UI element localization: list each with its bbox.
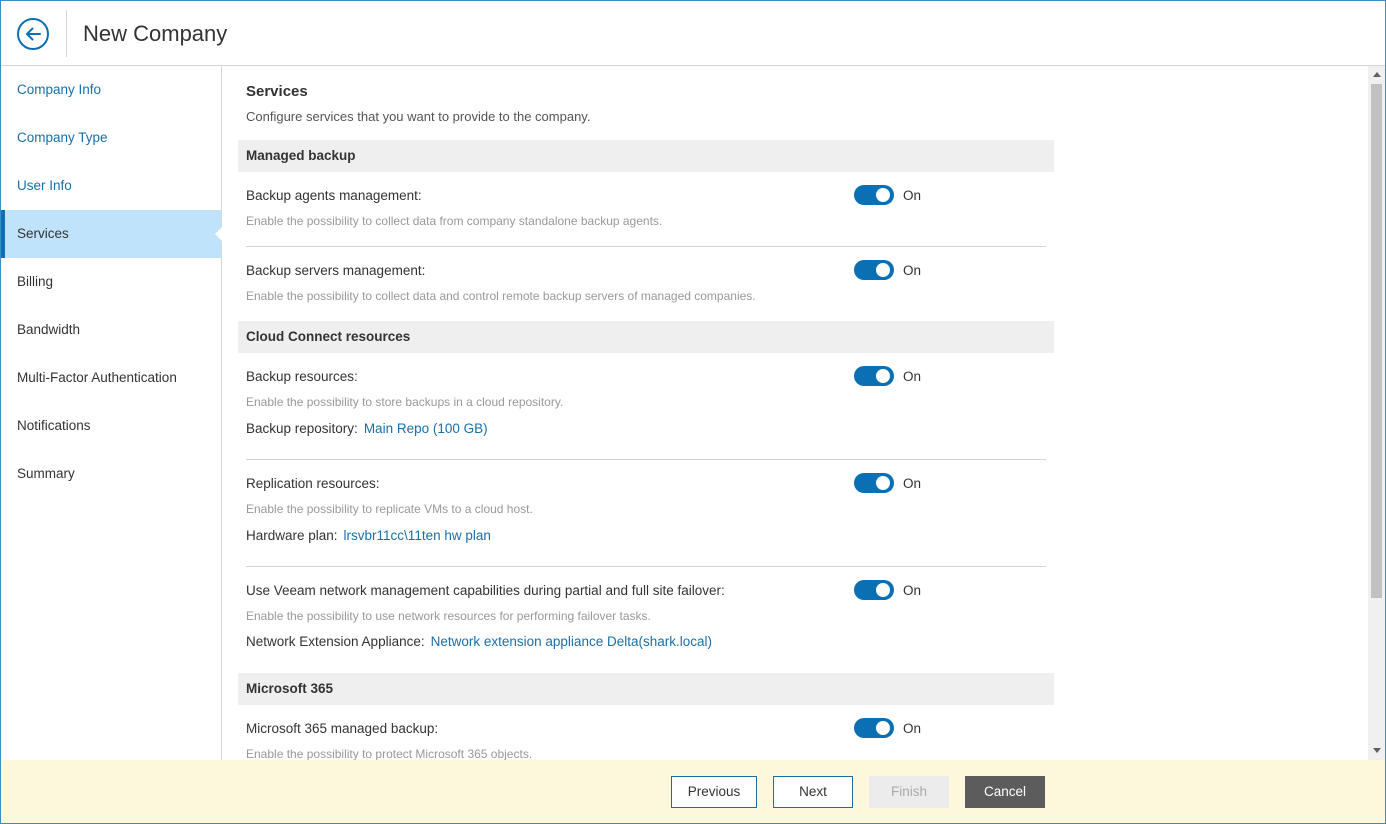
- vertical-scrollbar[interactable]: [1368, 66, 1385, 760]
- network-management-toggle-group: On: [854, 580, 921, 600]
- m365-backup-toggle[interactable]: [854, 718, 894, 738]
- wizard-window: New Company Company Info Company Type Us…: [0, 0, 1386, 824]
- m365-backup-description: Enable the possibility to protect Micros…: [246, 747, 533, 760]
- replication-resources-toggle-group: On: [854, 473, 921, 493]
- arrow-left-icon: [26, 27, 41, 41]
- network-extension-line: Network Extension Appliance: Network exte…: [246, 634, 712, 649]
- row-divider: [246, 566, 1046, 567]
- backup-repository-label: Backup repository:: [246, 421, 358, 436]
- wizard-footer: Previous Next Finish Cancel: [1, 760, 1385, 823]
- backup-resources-toggle-label: On: [903, 368, 922, 384]
- sidebar-item-services[interactable]: Services: [1, 210, 222, 258]
- section-cloud-connect: Cloud Connect resources: [238, 321, 1054, 353]
- row-divider: [246, 459, 1046, 460]
- finish-button[interactable]: Finish: [869, 776, 949, 808]
- previous-button[interactable]: Previous: [671, 776, 757, 808]
- sidebar-item-billing[interactable]: Billing: [1, 258, 221, 306]
- network-extension-label: Network Extension Appliance:: [246, 634, 425, 649]
- backup-resources-toggle[interactable]: [854, 366, 894, 386]
- wizard-steps-sidebar: Company Info Company Type User Info Serv…: [1, 66, 222, 760]
- network-management-toggle[interactable]: [854, 580, 894, 600]
- replication-resources-toggle-label: On: [903, 475, 922, 491]
- hardware-plan-link[interactable]: lrsvbr11cc\11ten hw plan: [344, 528, 491, 543]
- backup-repository-line: Backup repository: Main Repo (100 GB): [246, 421, 488, 436]
- row-divider: [246, 246, 1046, 247]
- backup-repository-link[interactable]: Main Repo (100 GB): [364, 421, 488, 436]
- scrollbar-thumb[interactable]: [1371, 84, 1382, 598]
- sidebar-item-user-info[interactable]: User Info: [1, 162, 221, 210]
- hardware-plan-label: Hardware plan:: [246, 528, 338, 543]
- backup-resources-label: Backup resources:: [246, 369, 358, 384]
- hardware-plan-line: Hardware plan: lrsvbr11cc\11ten hw plan: [246, 528, 491, 543]
- backup-servers-label: Backup servers management:: [246, 263, 426, 278]
- scroll-down-arrow-icon[interactable]: [1373, 748, 1381, 753]
- next-button[interactable]: Next: [773, 776, 853, 808]
- sidebar-item-mfa[interactable]: Multi-Factor Authentication: [1, 354, 221, 402]
- sidebar-item-summary[interactable]: Summary: [1, 450, 221, 498]
- sidebar-item-notifications[interactable]: Notifications: [1, 402, 221, 450]
- backup-servers-toggle-group: On: [854, 260, 921, 280]
- backup-agents-description: Enable the possibility to collect data f…: [246, 214, 663, 228]
- backup-agents-toggle-label: On: [903, 187, 922, 203]
- services-content: Services Configure services that you wan…: [222, 66, 1368, 760]
- replication-resources-description: Enable the possibility to replicate VMs …: [246, 502, 533, 516]
- network-extension-link[interactable]: Network extension appliance Delta(shark.…: [431, 634, 712, 649]
- network-management-description: Enable the possibility to use network re…: [246, 609, 651, 623]
- replication-resources-label: Replication resources:: [246, 476, 380, 491]
- m365-backup-label: Microsoft 365 managed backup:: [246, 721, 439, 736]
- scroll-up-arrow-icon[interactable]: [1373, 72, 1381, 77]
- sidebar-item-company-info[interactable]: Company Info: [1, 66, 221, 114]
- m365-backup-toggle-group: On: [854, 718, 921, 738]
- services-heading: Services: [246, 83, 308, 100]
- sidebar-item-company-type[interactable]: Company Type: [1, 114, 221, 162]
- header-divider: [66, 10, 67, 57]
- backup-resources-toggle-group: On: [854, 366, 921, 386]
- replication-resources-toggle[interactable]: [854, 473, 894, 493]
- cancel-button[interactable]: Cancel: [965, 776, 1045, 808]
- section-microsoft-365: Microsoft 365: [238, 673, 1054, 705]
- backup-servers-toggle-label: On: [903, 262, 922, 278]
- backup-servers-description: Enable the possibility to collect data a…: [246, 289, 756, 303]
- back-button[interactable]: [17, 18, 49, 50]
- page-title: New Company: [83, 21, 228, 46]
- sidebar-item-bandwidth[interactable]: Bandwidth: [1, 306, 221, 354]
- backup-agents-label: Backup agents management:: [246, 188, 422, 203]
- network-management-label: Use Veeam network management capabilitie…: [246, 583, 725, 598]
- network-management-toggle-label: On: [903, 582, 922, 598]
- m365-backup-toggle-label: On: [903, 720, 922, 736]
- backup-agents-toggle[interactable]: [854, 185, 894, 205]
- backup-resources-description: Enable the possibility to store backups …: [246, 395, 564, 409]
- wizard-header: New Company: [1, 1, 1385, 66]
- backup-agents-toggle-group: On: [854, 185, 921, 205]
- services-subtitle: Configure services that you want to prov…: [246, 109, 591, 124]
- backup-servers-toggle[interactable]: [854, 260, 894, 280]
- section-managed-backup: Managed backup: [238, 140, 1054, 172]
